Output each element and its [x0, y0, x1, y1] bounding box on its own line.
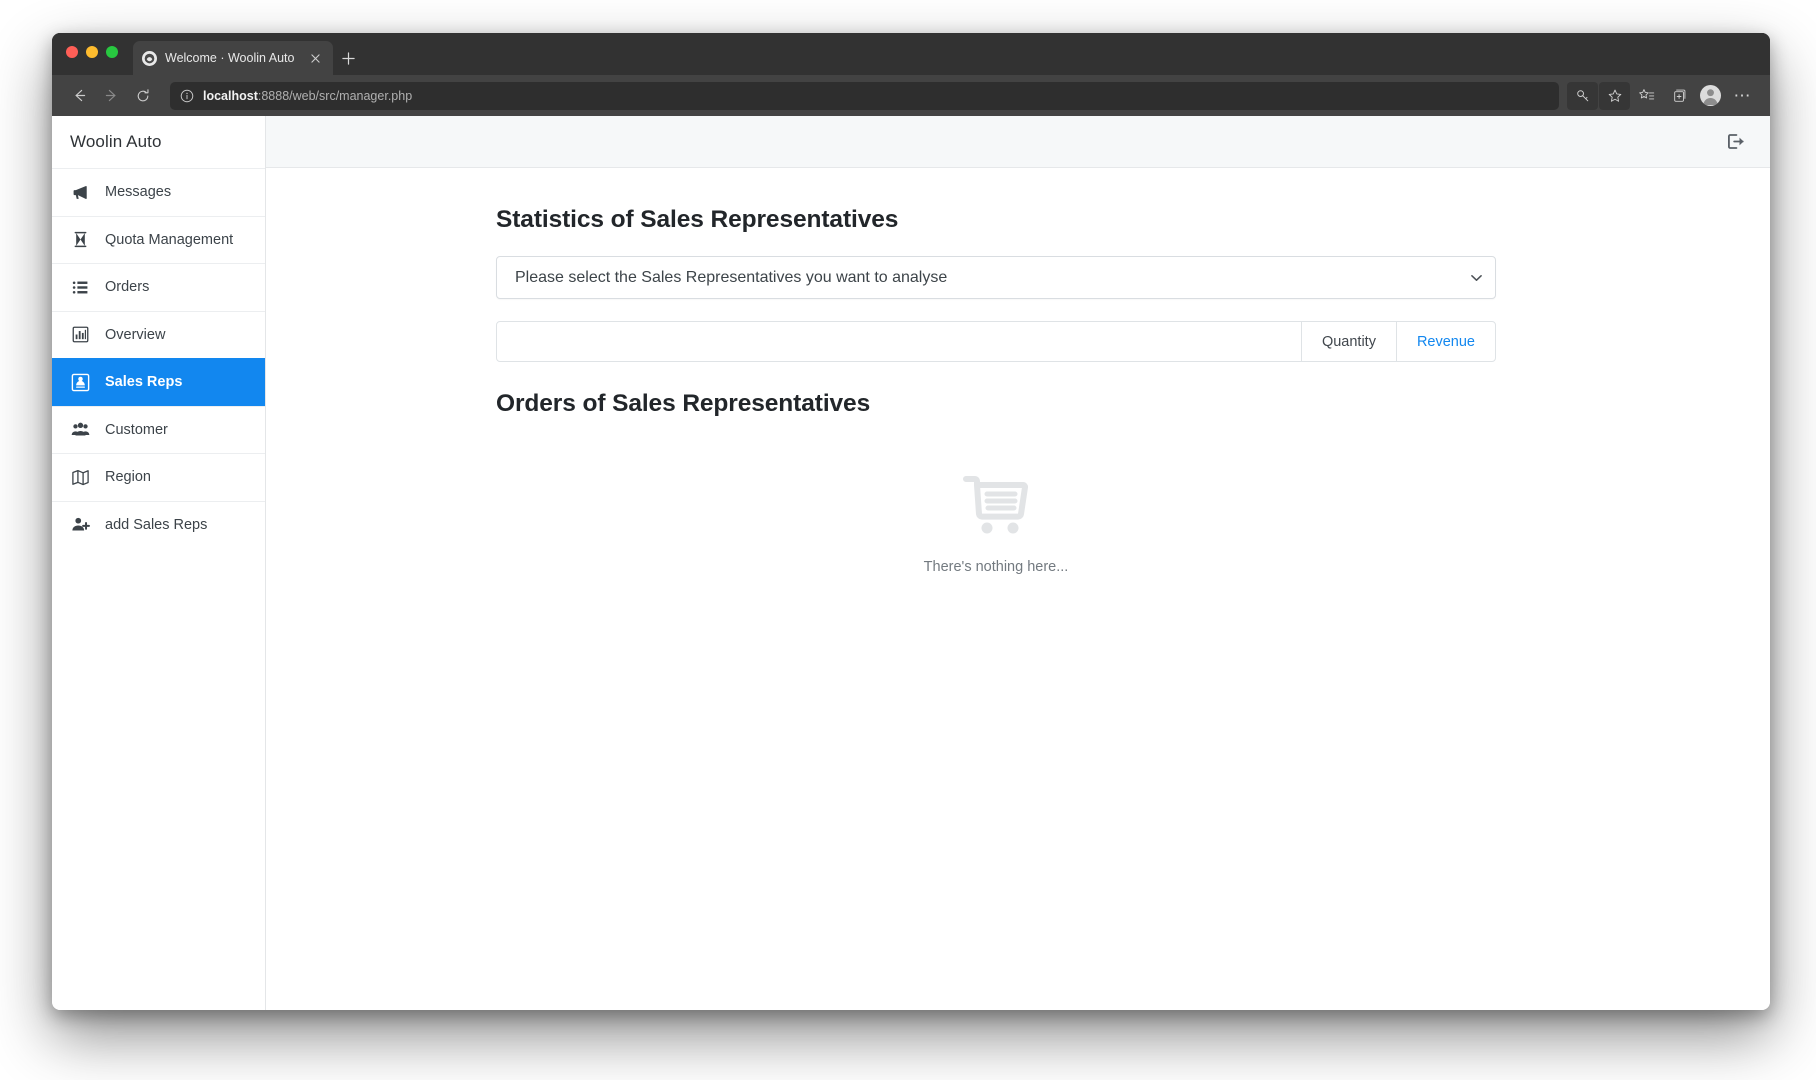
sidebar-item-label: Region	[105, 469, 151, 486]
sidebar-item-add-sales-reps[interactable]: add Sales Reps	[52, 500, 265, 549]
new-tab-button[interactable]	[333, 41, 363, 75]
browser-toolbar: localhost:8888/web/src/manager.php ⋯	[52, 75, 1770, 116]
sidebar-item-label: Orders	[105, 279, 150, 296]
logout-icon[interactable]	[1722, 129, 1748, 155]
browser-window: Welcome · Woolin Auto localhost:8888/web…	[52, 33, 1770, 1010]
megaphone-icon	[70, 182, 91, 203]
browser-tab-title: Welcome · Woolin Auto	[165, 51, 295, 65]
sidebar-item-label: Quota Management	[105, 231, 234, 248]
sidebar-item-label: add Sales Reps	[105, 516, 208, 533]
sidebar-item-customer[interactable]: Customer	[52, 405, 265, 454]
orders-title: Orders of Sales Representatives	[496, 390, 871, 417]
url-host: localhost	[203, 88, 258, 103]
sidebar-item-orders[interactable]: Orders	[52, 263, 265, 311]
page-viewport: Woolin Auto Messages Quota Management Or…	[52, 116, 1770, 1010]
key-icon[interactable]	[1567, 81, 1598, 110]
favorites-list-icon[interactable]	[1631, 82, 1662, 110]
content-topbar	[266, 116, 1770, 168]
map-icon	[70, 467, 91, 488]
sidebar-item-quota-management[interactable]: Quota Management	[52, 215, 265, 264]
tab-quantity[interactable]: Quantity	[1301, 322, 1397, 361]
bar-chart-icon	[70, 324, 91, 345]
main-content: Statistics of Sales Representatives Plea…	[266, 116, 1770, 1010]
maximize-window-button[interactable]	[106, 46, 118, 58]
sidebar-item-overview[interactable]: Overview	[52, 310, 265, 359]
sidebar-item-label: Sales Reps	[105, 374, 183, 391]
close-window-button[interactable]	[66, 46, 78, 58]
metric-tab-bar: Quantity Revenue	[496, 321, 1496, 362]
brand-title: Woolin Auto	[70, 132, 162, 151]
favorite-star-icon[interactable]	[1599, 81, 1630, 110]
people-icon	[70, 419, 91, 440]
sidebar-item-label: Messages	[105, 184, 172, 201]
avatar	[1700, 85, 1721, 106]
address-bar-url: localhost:8888/web/src/manager.php	[203, 89, 412, 103]
sidebar: Woolin Auto Messages Quota Management Or…	[52, 116, 266, 1010]
more-options-icon[interactable]: ⋯	[1727, 82, 1758, 110]
info-circle-icon[interactable]	[180, 89, 194, 103]
address-bar[interactable]: localhost:8888/web/src/manager.php	[170, 81, 1559, 110]
minimize-window-button[interactable]	[86, 46, 98, 58]
window-controls	[66, 46, 118, 58]
page-title: Statistics of Sales Representatives	[496, 206, 899, 233]
profile-avatar-icon[interactable]	[1695, 82, 1726, 110]
back-arrow-icon[interactable]	[64, 82, 94, 110]
sidebar-item-region[interactable]: Region	[52, 453, 265, 501]
sales-rep-icon	[70, 372, 91, 393]
reload-icon[interactable]	[128, 82, 158, 110]
close-icon[interactable]	[306, 49, 324, 67]
collections-icon[interactable]	[1663, 82, 1694, 110]
empty-state: There's nothing here...	[496, 474, 1496, 575]
empty-state-text: There's nothing here...	[923, 559, 1069, 575]
metric-tab-spacer	[497, 322, 1302, 361]
page-body: Statistics of Sales Representatives Plea…	[266, 168, 1770, 1010]
statistics-panel: Statistics of Sales Representatives Plea…	[496, 206, 1496, 575]
toolbar-actions: ⋯	[1567, 81, 1758, 110]
url-path: :8888/web/src/manager.php	[257, 88, 413, 103]
tab-revenue[interactable]: Revenue	[1397, 322, 1495, 361]
browser-tab-strip: Welcome · Woolin Auto	[52, 33, 1770, 75]
shopping-cart-icon	[963, 474, 1029, 541]
sidebar-item-label: Customer	[105, 421, 168, 438]
sales-rep-select[interactable]: Please select the Sales Representatives …	[496, 256, 1496, 299]
forward-arrow-icon[interactable]	[96, 82, 126, 110]
sidebar-item-label: Overview	[105, 326, 166, 343]
sidebar-item-messages[interactable]: Messages	[52, 168, 265, 216]
person-add-icon	[70, 514, 91, 535]
hourglass-icon	[70, 229, 91, 250]
chevron-down-icon	[1471, 274, 1482, 282]
browser-tab[interactable]: Welcome · Woolin Auto	[133, 41, 333, 75]
sidebar-item-sales-reps[interactable]: Sales Reps	[52, 358, 265, 406]
site-favicon	[142, 50, 157, 66]
sales-rep-select-value: Please select the Sales Representatives …	[515, 268, 948, 286]
list-icon	[70, 277, 91, 298]
